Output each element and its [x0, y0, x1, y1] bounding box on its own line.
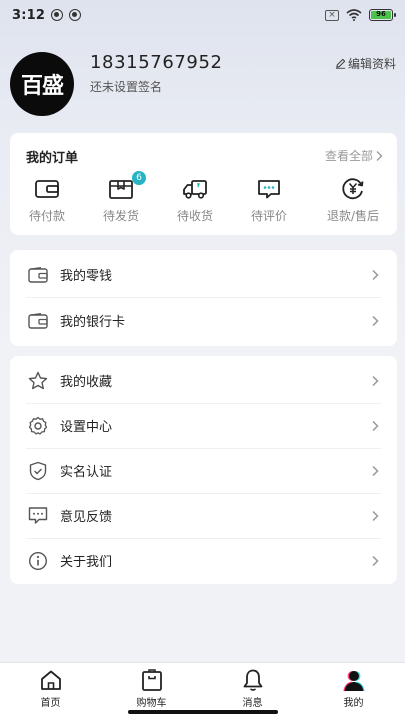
info-icon	[26, 549, 50, 573]
wifi-icon	[346, 9, 362, 21]
tab-me[interactable]: 我的	[303, 668, 404, 709]
order-label: 待付款	[28, 209, 65, 223]
signature: 还未设置签名	[90, 80, 163, 94]
feedback-icon	[26, 504, 50, 528]
truck-icon	[180, 175, 210, 203]
phone-number: 18315767952	[90, 52, 223, 73]
view-all-label: 查看全部	[324, 149, 373, 163]
orders-card: 我的订单 查看全部 待付款 6 待发货 待收货 待评价 退款/售后	[10, 133, 397, 235]
comment-icon	[254, 175, 284, 203]
menu-item-label: 我的零钱	[60, 269, 113, 284]
edit-profile-label: 编辑资料	[347, 57, 396, 71]
order-label: 待评价	[250, 209, 287, 223]
profile-icon	[342, 668, 366, 692]
order-badge: 6	[132, 171, 146, 185]
avatar[interactable]: 百盛	[10, 52, 74, 116]
status-bar: 3:12 × 96	[0, 0, 405, 30]
chevron-right-icon	[369, 464, 381, 478]
edit-icon	[335, 58, 346, 69]
chevron-right-icon	[369, 509, 381, 523]
menu-item-label: 设置中心	[60, 420, 113, 435]
menu-item-balance[interactable]: 我的零钱	[10, 252, 397, 297]
chevron-right-icon	[369, 554, 381, 568]
battery-level: 96	[371, 11, 391, 19]
tab-label: 我的	[343, 698, 364, 709]
gear-icon	[26, 414, 50, 438]
home-icon	[39, 668, 63, 692]
order-pending-shipment[interactable]: 6 待发货	[84, 171, 158, 224]
bank-card-icon	[26, 309, 50, 333]
edit-profile-button[interactable]: 编辑资料	[335, 55, 396, 72]
menu-item-about[interactable]: 关于我们	[10, 538, 397, 583]
notification-icon	[69, 9, 82, 21]
wallet-icon	[26, 263, 50, 287]
menu-item-bank-card[interactable]: 我的银行卡	[10, 298, 397, 343]
tab-label: 消息	[242, 698, 263, 709]
status-time: 3:12	[12, 7, 46, 23]
package-icon: 6	[106, 171, 146, 203]
tab-label: 首页	[40, 698, 61, 709]
tab-label: 购物车	[136, 698, 167, 709]
tab-cart[interactable]: 购物车	[101, 668, 202, 709]
chevron-right-icon	[369, 268, 381, 282]
bell-icon	[241, 668, 265, 692]
orders-title: 我的订单	[26, 151, 79, 166]
order-label: 待收货	[176, 209, 213, 223]
battery-icon: 96	[369, 9, 396, 21]
chevron-right-icon	[369, 374, 381, 388]
tab-home[interactable]: 首页	[0, 668, 101, 709]
cart-icon	[140, 668, 164, 692]
order-refund[interactable]: 退款/售后	[316, 175, 390, 224]
star-icon	[26, 369, 50, 393]
menu-item-label: 意见反馈	[60, 510, 113, 525]
menu-item-label: 关于我们	[60, 555, 113, 570]
order-pending-payment[interactable]: 待付款	[10, 175, 84, 224]
bottom-tab-bar: 首页 购物车 消息 我的	[0, 662, 405, 720]
menu-item-favorites[interactable]: 我的收藏	[10, 358, 397, 403]
home-indicator	[128, 710, 278, 714]
view-all-orders-button[interactable]: 查看全部	[325, 147, 383, 164]
sim-icon: ×	[325, 9, 339, 21]
tab-messages[interactable]: 消息	[202, 668, 303, 709]
refund-icon	[338, 175, 368, 203]
avatar-text: 百盛	[20, 74, 64, 99]
chevron-right-icon	[369, 314, 381, 328]
menu-item-label: 我的银行卡	[60, 315, 126, 330]
menu-item-label: 我的收藏	[60, 375, 113, 390]
chevron-right-icon	[369, 419, 381, 433]
notification-icon	[51, 9, 64, 21]
status-left: 3:12	[12, 7, 82, 23]
order-pending-receipt[interactable]: 待收货	[158, 175, 232, 224]
status-right: × 96	[325, 9, 396, 21]
menu-item-settings[interactable]: 设置中心	[10, 403, 397, 448]
profile-header: 百盛 18315767952 还未设置签名 编辑资料	[0, 48, 405, 116]
order-label: 退款/售后	[326, 209, 380, 223]
menu-item-identity-verification[interactable]: 实名认证	[10, 448, 397, 493]
wallet-menu-card: 我的零钱 我的银行卡	[10, 250, 397, 346]
menu-item-feedback[interactable]: 意见反馈	[10, 493, 397, 538]
wallet-icon	[32, 175, 62, 203]
order-label: 待发货	[102, 209, 139, 223]
chevron-right-icon	[376, 150, 383, 161]
order-pending-review[interactable]: 待评价	[232, 175, 306, 224]
shield-icon	[26, 459, 50, 483]
settings-menu-card: 我的收藏 设置中心 实名认证 意见反馈 关于我们	[10, 356, 397, 584]
menu-item-label: 实名认证	[60, 465, 113, 480]
